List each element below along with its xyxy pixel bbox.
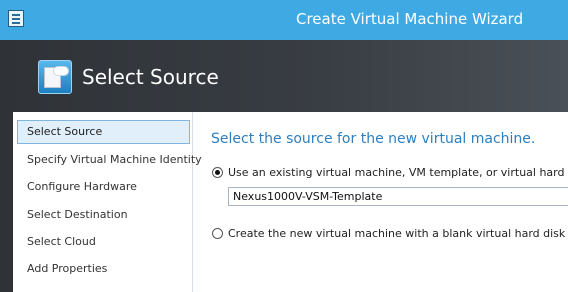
sidebar-item-select-source[interactable]: Select Source (17, 120, 190, 144)
existing-source-radio[interactable] (212, 167, 223, 178)
title-bar[interactable]: Create Virtual Machine Wizard (0, 0, 568, 40)
window-title: Create Virtual Machine Wizard (296, 10, 524, 28)
sidebar-item-specify-identity[interactable]: Specify Virtual Machine Identity (17, 148, 202, 172)
window-menu-icon[interactable] (8, 10, 24, 27)
wizard-steps-sidebar: Select Source Specify Virtual Machine Id… (0, 112, 202, 292)
wizard-header: Select Source (0, 40, 568, 112)
blank-disk-radio[interactable] (212, 228, 223, 239)
existing-source-label[interactable]: Use an existing virtual machine, VM temp… (228, 166, 568, 179)
sidebar-item-select-cloud[interactable]: Select Cloud (17, 230, 190, 254)
page-title: Select Source (82, 65, 219, 89)
sidebar-item-configure-hardware[interactable]: Configure Hardware (17, 175, 190, 199)
blank-disk-label[interactable]: Create the new virtual machine with a bl… (228, 227, 565, 240)
sidebar-item-select-destination[interactable]: Select Destination (17, 203, 190, 227)
main-content: Select the source for the new virtual ma… (194, 112, 568, 292)
wizard-window: Create Virtual Machine Wizard Select Sou… (0, 0, 568, 292)
section-heading: Select the source for the new virtual ma… (211, 131, 536, 147)
source-path-field[interactable]: Nexus1000V-VSM-Template (228, 187, 568, 206)
select-source-icon (38, 60, 72, 94)
sidebar-item-add-properties[interactable]: Add Properties (17, 257, 190, 281)
